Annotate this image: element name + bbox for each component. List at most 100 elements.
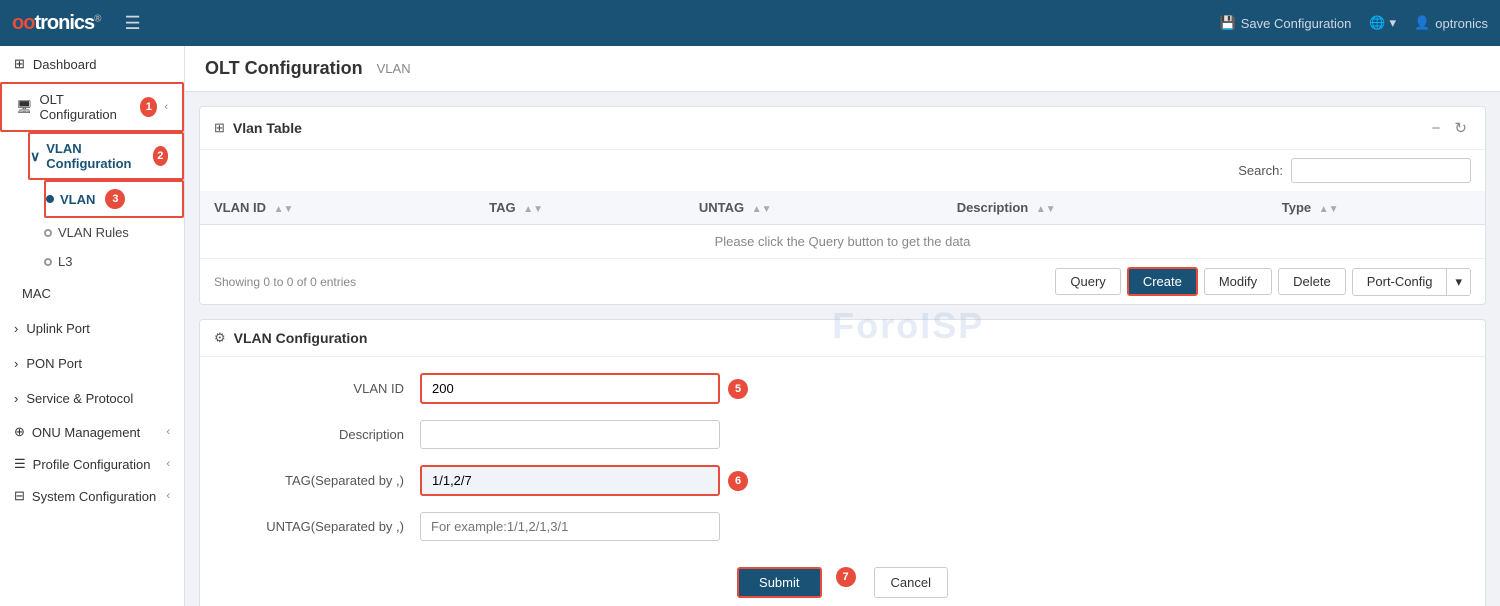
description-label: Description: [240, 427, 420, 442]
vlan-id-label: VLAN ID: [240, 381, 420, 396]
vlan-table: VLAN ID ▲▼ TAG ▲▼ UNTAG ▲▼ Description: [200, 191, 1485, 259]
col-vlan-id: VLAN ID ▲▼: [200, 191, 475, 225]
untag-label: UNTAG(Separated by ,): [240, 519, 420, 534]
sidebar-item-profile-configuration[interactable]: ☰ Profile Configuration ‹: [0, 448, 184, 480]
query-button[interactable]: Query: [1055, 268, 1120, 295]
user-menu[interactable]: 👤 optronics: [1414, 15, 1488, 31]
sort-icon-untag[interactable]: ▲▼: [752, 204, 772, 215]
pon-chevron-icon: ›: [14, 356, 18, 371]
service-chevron-icon: ›: [14, 391, 18, 406]
sort-icon-tag[interactable]: ▲▼: [523, 204, 543, 215]
monitor-icon: 🖥: [16, 99, 33, 115]
vlan-form-title: VLAN Configuration: [234, 330, 368, 346]
description-row: Description: [240, 420, 1445, 449]
vlan-table-card: ⊞ Vlan Table − ↻ Search: VLAN ID: [199, 106, 1486, 305]
globe-icon: 🌐: [1369, 15, 1385, 31]
table-icon: ⊞: [214, 120, 225, 136]
system-chevron-icon: ‹: [166, 490, 170, 502]
chevron-down-icon: ∨: [30, 148, 40, 165]
chevron-right-icon: ›: [14, 321, 18, 336]
card-header-actions: − ↻: [1428, 117, 1471, 139]
sidebar-item-onu-management[interactable]: ⊕ ONU Management ‹: [0, 416, 184, 448]
table-footer: Showing 0 to 0 of 0 entries Query Create…: [200, 259, 1485, 304]
sidebar-item-mac[interactable]: MAC: [0, 276, 184, 311]
col-untag: UNTAG ▲▼: [685, 191, 943, 225]
sidebar-sub-vlan-items: VLAN 3 VLAN Rules L3: [28, 180, 184, 276]
vlan-table-title: Vlan Table: [233, 120, 1420, 136]
brand: ootronics® ☰: [12, 12, 141, 35]
refresh-button[interactable]: ↻: [1450, 117, 1471, 139]
minimize-button[interactable]: −: [1428, 118, 1445, 139]
create-button[interactable]: Create: [1127, 267, 1198, 296]
hamburger-icon[interactable]: ☰: [125, 13, 141, 34]
sort-icon-description[interactable]: ▲▼: [1036, 204, 1056, 215]
tag-row: TAG(Separated by ,) 6: [240, 465, 1445, 496]
l3-dot: [44, 258, 52, 266]
tag-input[interactable]: [420, 465, 720, 496]
port-config-dropdown[interactable]: ▾: [1446, 269, 1470, 295]
sidebar-item-vlan[interactable]: VLAN 3: [44, 180, 184, 218]
profile-icon: ☰: [14, 456, 26, 472]
sidebar-item-uplink-port[interactable]: › Uplink Port: [0, 311, 184, 346]
vlan-id-row: VLAN ID 5: [240, 373, 1445, 404]
sidebar-item-dashboard[interactable]: ⊞ Dashboard: [0, 46, 184, 82]
sidebar-sub-vlan-config: ∨ VLAN Configuration 2 VLAN 3 VLAN Rules…: [0, 132, 184, 276]
delete-button[interactable]: Delete: [1278, 268, 1346, 295]
sidebar-item-service-protocol[interactable]: › Service & Protocol: [0, 381, 184, 416]
breadcrumb: VLAN: [377, 61, 411, 76]
search-input[interactable]: [1291, 158, 1471, 183]
sidebar-item-vlan-configuration[interactable]: ∨ VLAN Configuration 2: [28, 132, 184, 180]
sidebar-item-system-configuration[interactable]: ⊟ System Configuration ‹: [0, 480, 184, 512]
modify-button[interactable]: Modify: [1204, 268, 1272, 295]
user-icon: 👤: [1414, 15, 1430, 31]
sort-icon-vlan-id[interactable]: ▲▼: [274, 204, 294, 215]
port-config-button[interactable]: Port-Config: [1353, 269, 1447, 295]
onu-chevron-icon: ‹: [166, 426, 170, 438]
sidebar-item-pon-port[interactable]: › PON Port: [0, 346, 184, 381]
content-area: OLT Configuration VLAN ForoISP ⊞ Vlan Ta…: [185, 46, 1500, 606]
submit-button[interactable]: Submit: [737, 567, 821, 598]
main-layout: ⊞ Dashboard 🖥 OLT Configuration 1 ‹ ∨ VL…: [0, 46, 1500, 606]
navbar-right: 💾 Save Configuration 🌐 ▾ 👤 optronics: [1220, 15, 1488, 31]
sidebar-item-olt-configuration[interactable]: 🖥 OLT Configuration 1 ‹: [0, 82, 184, 132]
sidebar-item-vlan-rules[interactable]: VLAN Rules: [44, 218, 184, 247]
description-input[interactable]: [420, 420, 720, 449]
vlan-form-header: ⚙ VLAN Configuration: [200, 320, 1485, 357]
form-actions: Submit 7 Cancel: [240, 557, 1445, 606]
port-config-group: Port-Config ▾: [1352, 268, 1471, 296]
search-label: Search:: [1238, 163, 1283, 178]
dashboard-icon: ⊞: [14, 56, 25, 72]
col-type: Type ▲▼: [1268, 191, 1485, 225]
page-title: OLT Configuration: [205, 58, 363, 79]
untag-row: UNTAG(Separated by ,): [240, 512, 1445, 541]
col-description: Description ▲▼: [943, 191, 1268, 225]
table-toolbar: Search:: [200, 150, 1485, 191]
showing-text: Showing 0 to 0 of 0 entries: [214, 275, 356, 289]
tag-label: TAG(Separated by ,): [240, 473, 420, 488]
sidebar-item-l3[interactable]: L3: [44, 247, 184, 276]
vlan-dot: [46, 195, 54, 203]
chevron-icon: ‹: [164, 101, 168, 113]
vlan-id-input[interactable]: [420, 373, 720, 404]
vlan-form-icon: ⚙: [214, 330, 226, 346]
language-selector[interactable]: 🌐 ▾: [1369, 15, 1396, 31]
cancel-button[interactable]: Cancel: [874, 567, 948, 598]
vlan-form-body: VLAN ID 5 Description TAG(Separated by ,…: [200, 357, 1485, 606]
action-buttons: Query Create Modify Delete Port-Config ▾: [1055, 267, 1471, 296]
save-configuration-button[interactable]: 💾 Save Configuration: [1220, 15, 1352, 31]
vlan-rules-dot: [44, 229, 52, 237]
vlan-form-card: ⚙ VLAN Configuration VLAN ID 5 Descripti…: [199, 319, 1486, 606]
page-header: OLT Configuration VLAN: [185, 46, 1500, 92]
sidebar: ⊞ Dashboard 🖥 OLT Configuration 1 ‹ ∨ VL…: [0, 46, 185, 606]
onu-icon: ⊕: [14, 424, 25, 440]
logo: ootronics®: [12, 12, 101, 35]
empty-row: Please click the Query button to get the…: [200, 225, 1485, 259]
col-tag: TAG ▲▼: [475, 191, 685, 225]
save-icon: 💾: [1220, 15, 1236, 31]
system-icon: ⊟: [14, 488, 25, 504]
untag-input[interactable]: [420, 512, 720, 541]
navbar: ootronics® ☰ 💾 Save Configuration 🌐 ▾ 👤 …: [0, 0, 1500, 46]
profile-chevron-icon: ‹: [166, 458, 170, 470]
sort-icon-type[interactable]: ▲▼: [1319, 204, 1339, 215]
vlan-table-header: ⊞ Vlan Table − ↻: [200, 107, 1485, 150]
